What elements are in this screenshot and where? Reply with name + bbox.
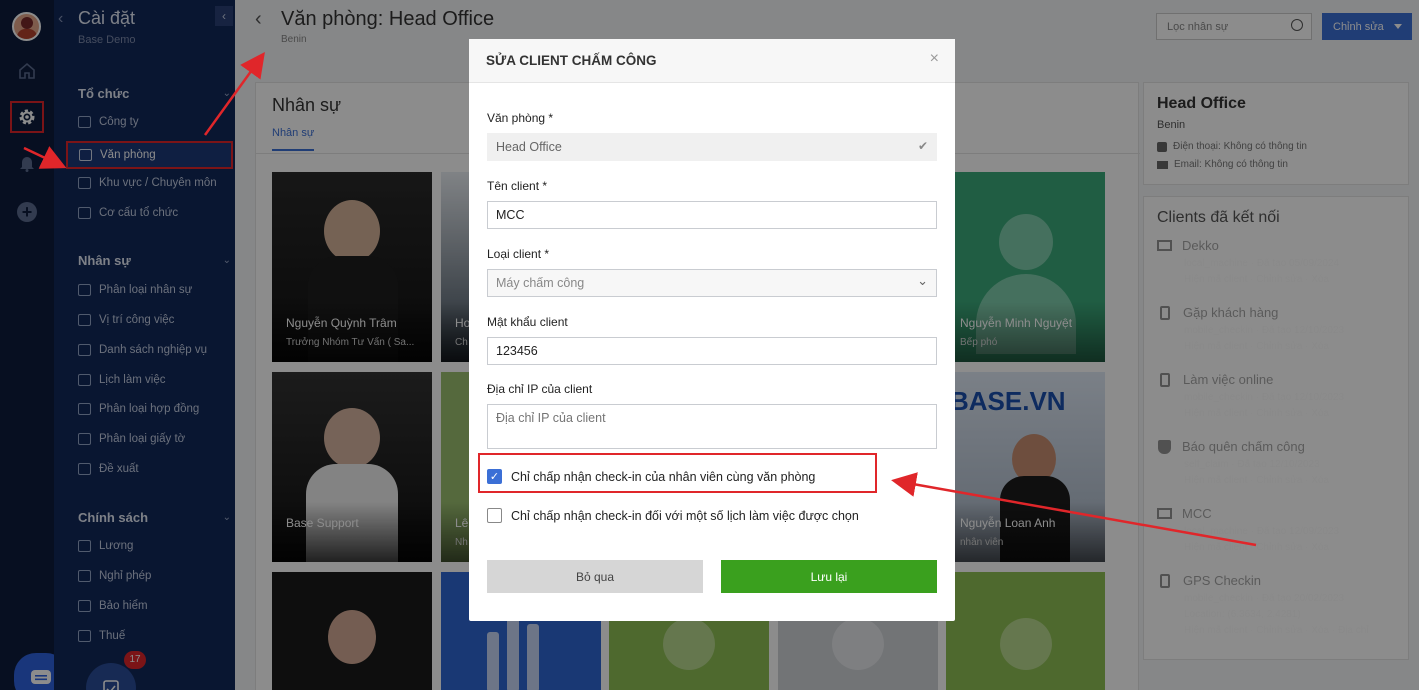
client-item[interactable]: MCC local_machine · Đã tạo 12/09/2023 Hiệ…	[1157, 506, 1397, 556]
client-actions[interactable]: Hiện mã client · Chỉnh sửa · Xóa	[1184, 406, 1397, 422]
client-name: Làm việc online	[1183, 372, 1274, 387]
client-item[interactable]: Báo quên chấm công self_claim · Đã tạo 1…	[1157, 439, 1397, 489]
clients-list: Dekko local_machine · Đã tạo 05/09/2024 H…	[1143, 196, 1409, 660]
client-meta: mobile_checkin · Đã tạo 12/10/2023	[1184, 392, 1345, 403]
ip-label: Địa chỉ IP của client	[487, 382, 593, 396]
modal-title: SỬA CLIENT CHẤM CÔNG	[486, 53, 657, 68]
client-name: Gặp khách hàng	[1183, 305, 1279, 320]
client-actions[interactable]: Hiện mã client · Chỉnh sửa · Xóa	[1184, 473, 1397, 489]
office-label: Văn phòng *	[487, 111, 554, 125]
client-item[interactable]: Gặp khách hàng mobile_checkin · Đã tạo 1…	[1157, 305, 1397, 355]
client-item[interactable]: GPS Checkin mobile_checkin · Đã tạo 20/0…	[1157, 573, 1397, 639]
client-actions[interactable]: Hiện mã client · Chỉnh sửa · Xóa	[1184, 272, 1397, 288]
client-name-label: Tên client *	[487, 179, 548, 193]
check-icon: ✔	[917, 139, 928, 153]
mobile-icon	[1160, 372, 1170, 387]
checkbox-unchecked-icon[interactable]	[487, 508, 502, 523]
client-name: MCC	[1182, 506, 1212, 521]
client-item[interactable]: Làm việc online mobile_checkin · Đã tạo …	[1157, 372, 1397, 422]
save-label: Lưu lại	[810, 569, 848, 584]
client-meta: mobile_checkin · Đã tạo 12/10/2023	[1184, 325, 1345, 336]
client-name: GPS Checkin	[1183, 573, 1262, 588]
client-actions[interactable]: Hiện mã client · Chỉnh sửa · Xóa	[1184, 339, 1397, 355]
cancel-label: Bỏ qua	[575, 569, 615, 584]
client-actions[interactable]: Hiện mã client · Chỉnh sửa · Xóa · Địa c…	[1184, 623, 1397, 639]
client-meta: mobile_checkin · Đã tạo 20/02/2023	[1184, 593, 1345, 604]
client-name: Báo quên chấm công	[1182, 439, 1305, 454]
edit-client-modal: SỬA CLIENT CHẤM CÔNG × Văn phòng * Head …	[469, 39, 955, 621]
shield-check-icon	[1158, 439, 1171, 454]
client-type-label: Loại client *	[487, 247, 550, 261]
mobile-icon	[1160, 305, 1170, 320]
mobile-icon	[1160, 573, 1170, 588]
checkbox-schedule[interactable]: Chỉ chấp nhận check-in đối với một số lị…	[487, 508, 859, 523]
desktop-icon	[1157, 240, 1172, 251]
desktop-icon	[1157, 508, 1172, 519]
cancel-button[interactable]: Bỏ qua	[487, 560, 703, 593]
chevron-down-icon: ⌄	[917, 273, 928, 288]
client-meta: local_machine · Đã tạo 12/09/2023	[1184, 526, 1340, 537]
client-type-value: Máy chấm công	[496, 276, 585, 290]
password-input[interactable]	[487, 337, 937, 365]
client-item[interactable]: Dekko local_machine · Đã tạo 05/09/2024 H…	[1157, 238, 1397, 288]
client-meta: local_machine · Đã tạo 05/09/2024	[1184, 258, 1340, 269]
checkbox-label: Chỉ chấp nhận check-in đối với một số lị…	[511, 508, 859, 523]
ip-textarea[interactable]	[487, 404, 937, 449]
office-value: Head Office	[496, 140, 562, 154]
annotation-highlight	[478, 453, 877, 493]
password-label: Mật khẩu client	[487, 315, 568, 329]
client-type-select[interactable]: Máy chấm công ⌄	[487, 269, 937, 297]
client-actions[interactable]: Hiện mã client · Chỉnh sửa · Xóa	[1184, 540, 1397, 556]
modal-header: SỬA CLIENT CHẤM CÔNG ×	[469, 39, 955, 83]
client-name-input[interactable]	[487, 201, 937, 229]
save-button[interactable]: Lưu lại	[721, 560, 937, 593]
client-meta: self_claim · Đã tạo 12/10/2023	[1184, 459, 1320, 470]
client-location: Location: (6.3634, 2.4281)	[1184, 609, 1301, 620]
client-name: Dekko	[1182, 238, 1219, 253]
close-icon[interactable]: ×	[930, 50, 939, 68]
office-field: Head Office ✔	[487, 133, 937, 161]
